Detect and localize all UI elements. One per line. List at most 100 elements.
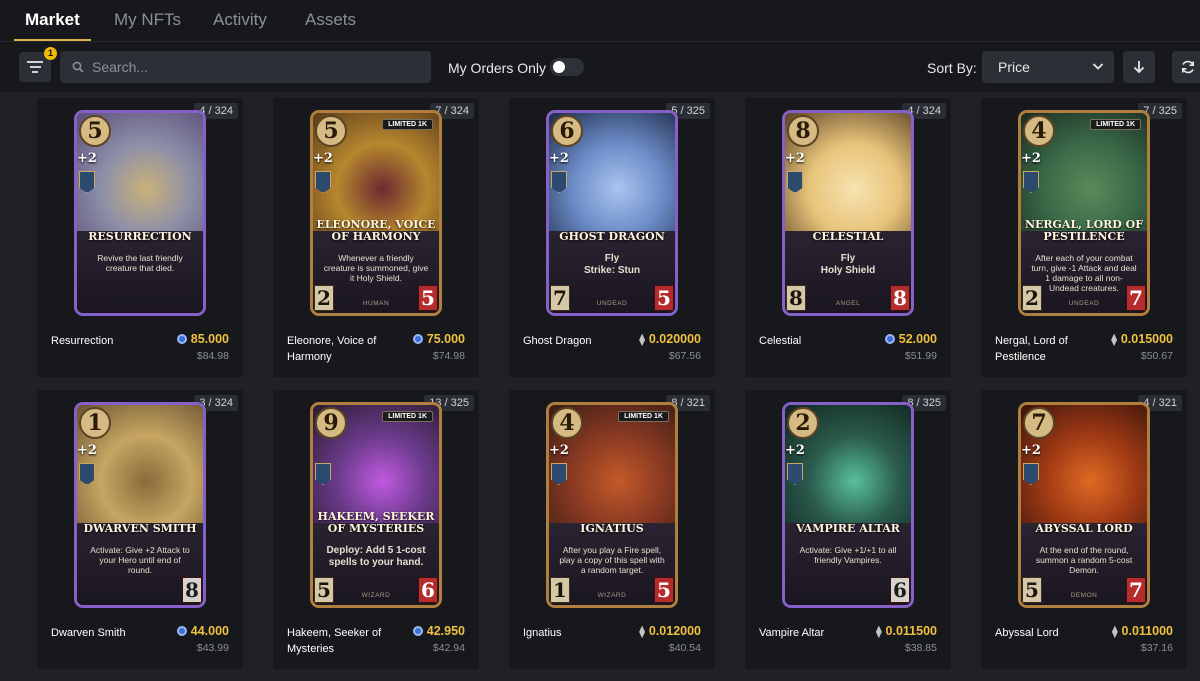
listing-price: 42.950 [412,624,465,638]
card-ability-text: Activate: Give +1/+1 to all friendly Vam… [799,545,897,565]
price-value: 0.011500 [885,624,937,638]
listing-price: ⧫ 0.020000 [639,332,701,346]
toggle-knob [553,61,565,73]
gods-coin-icon [176,626,187,636]
health-value: 5 [654,285,674,311]
bonus-value: +2 [785,151,805,166]
card-title: RESURRECTION [88,230,192,243]
my-orders-only-toggle[interactable] [550,58,584,76]
listing-price: 44.000 [176,624,229,638]
search-input[interactable] [92,51,422,83]
card-image[interactable]: 1 +2 DWARVEN SMITH Activate: Give +2 Attack… [74,402,206,608]
price-value: 0.015000 [1120,332,1173,346]
card-image[interactable]: 9 LIMITED 1K HAKEEM, SEEKER OF MYSTERIES De… [310,402,442,608]
health-value: 8 [890,285,910,311]
card-title: ABYSSAL LORD [1035,522,1133,535]
listing-usd-price: $40.54 [668,642,701,654]
tab-activity[interactable]: Activity [213,10,267,30]
card-listing-hakeem-seeker-of-mysteries[interactable]: 13 / 325 9 LIMITED 1K HAKEEM, SEEKER OF MYS… [273,390,479,669]
health-value: 7 [1126,285,1146,311]
price-value: 44.000 [190,624,229,638]
tab-market[interactable]: Market [25,10,80,30]
card-title: HAKEEM, SEEKER OF MYSTERIES [317,510,435,535]
tab-assets[interactable]: Assets [305,10,356,30]
tab-my-nfts[interactable]: My NFTs [114,10,181,30]
health-value: 7 [1126,577,1146,603]
card-listing-vampire-altar[interactable]: 8 / 325 2 +2 VAMPIRE ALTAR Activate: Give +1… [745,390,951,669]
bonus-value: +2 [549,151,569,166]
card-image[interactable]: 8 +2 CELESTIAL Fly Holy Shield ANGEL 8 8 [782,110,914,316]
mana-cost: 7 [1023,407,1055,439]
card-title: ELEONORE, VOICE OF HARMONY [316,218,436,243]
card-image[interactable]: 5 +2 LIMITED 1K ELEONORE, VOICE OF HARMONY W… [310,110,442,316]
bonus-value: +2 [313,151,333,166]
price-value: 85.000 [190,332,229,346]
sort-by-label: Sort By: [927,60,977,76]
card-ability-text: After each of your combat turn, give -1 … [1031,253,1137,293]
limited-badge: LIMITED 1K [618,411,669,422]
mana-cost: 6 [551,115,583,147]
mana-cost: 8 [787,115,819,147]
card-title: DWARVEN SMITH [83,522,197,535]
card-listing-nergal-lord-of-pestilence[interactable]: 7 / 325 4 +2 LIMITED 1K NERGAL, LORD OF PEST… [981,98,1187,377]
sort-select[interactable]: Price [982,51,1114,83]
listing-price: 85.000 [176,332,229,346]
health-value: 5 [654,577,674,603]
card-listing-resurrection[interactable]: 4 / 324 5 +2 RESURRECTION Revive the last fr… [37,98,243,377]
card-listing-eleonore-voice-of-harmony[interactable]: 7 / 324 5 +2 LIMITED 1K ELEONORE, VOICE OF H… [273,98,479,377]
card-listing-ignatius[interactable]: 8 / 321 4 +2 LIMITED 1K IGNATIUS After you pl… [509,390,715,669]
listing-name: Hakeem, Seeker of Mysteries [287,627,382,655]
filter-icon [27,61,43,73]
price-value: 0.011000 [1121,624,1173,638]
card-ability-text: Fly Holy Shield [820,253,876,276]
price-value: 75.000 [426,332,465,346]
card-image[interactable]: 5 +2 RESURRECTION Revive the last friendly … [74,110,206,316]
mana-cost: 9 [315,407,347,439]
card-title: VAMPIRE ALTAR [796,522,900,535]
attack-value: 5 [314,577,334,603]
card-image[interactable]: 4 +2 LIMITED 1K IGNATIUS After you play a Fi… [546,402,678,608]
limited-badge: LIMITED 1K [382,119,433,130]
sort-direction-button[interactable] [1123,51,1155,83]
sort-selected-value: Price [998,59,1030,75]
bonus-value: +2 [549,443,569,458]
gods-coin-icon [884,334,895,344]
card-title: IGNATIUS [580,522,644,535]
gods-coin-icon [412,626,423,636]
mana-cost: 4 [1023,115,1055,147]
price-value: 0.012000 [648,624,701,638]
listing-usd-price: $43.99 [196,642,229,654]
card-listing-abyssal-lord[interactable]: 4 / 321 7 +2 ABYSSAL LORD At the end of the … [981,390,1187,669]
listing-price: ⧫ 0.015000 [1111,332,1173,346]
card-image[interactable]: 7 +2 ABYSSAL LORD At the end of the round, … [1018,402,1150,608]
listing-usd-price: $51.99 [904,350,937,362]
card-listing-dwarven-smith[interactable]: 3 / 324 1 +2 DWARVEN SMITH Activate: Give +2… [37,390,243,669]
listing-usd-price: $50.67 [1140,350,1173,362]
gods-coin-icon [412,334,423,344]
listing-price: ⧫ 0.011500 [876,624,937,638]
refresh-icon [1181,60,1194,74]
card-image[interactable]: 4 +2 LIMITED 1K NERGAL, LORD OF PESTILENCE A… [1018,110,1150,316]
card-ability-text: Fly Strike: Stun [583,253,641,276]
gods-coin-icon [176,334,187,344]
limited-badge: LIMITED 1K [1090,119,1141,130]
eth-icon: ⧫ [639,626,645,638]
card-listing-celestial[interactable]: 4 / 324 8 +2 CELESTIAL Fly Holy Shield ANGEL 8… [745,98,951,377]
health-value: 6 [890,577,910,603]
refresh-button[interactable] [1172,51,1200,83]
bonus-value: +2 [1021,151,1041,166]
bonus-value: +2 [785,443,805,458]
card-image[interactable]: 6 +2 GHOST DRAGON Fly Strike: Stun UNDEAD 7 5 [546,110,678,316]
listing-name: Nergal, Lord of Pestilence [995,335,1068,363]
attack-value: 7 [550,285,570,311]
card-grid: 4 / 324 5 +2 RESURRECTION Revive the last fr… [0,92,1200,681]
top-navigation: Market My NFTs Activity Assets [0,0,1200,42]
search-box[interactable] [60,51,431,83]
card-listing-ghost-dragon[interactable]: 5 / 325 6 +2 GHOST DRAGON Fly Strike: Stun UN… [509,98,715,377]
listing-usd-price: $37.16 [1140,642,1173,654]
listing-usd-price: $84.98 [196,350,229,362]
mana-cost: 5 [315,115,347,147]
attack-value: 2 [1022,285,1042,311]
card-title: NERGAL, LORD OF PESTILENCE [1024,218,1144,243]
card-image[interactable]: 2 +2 VAMPIRE ALTAR Activate: Give +1/+1 to … [782,402,914,608]
